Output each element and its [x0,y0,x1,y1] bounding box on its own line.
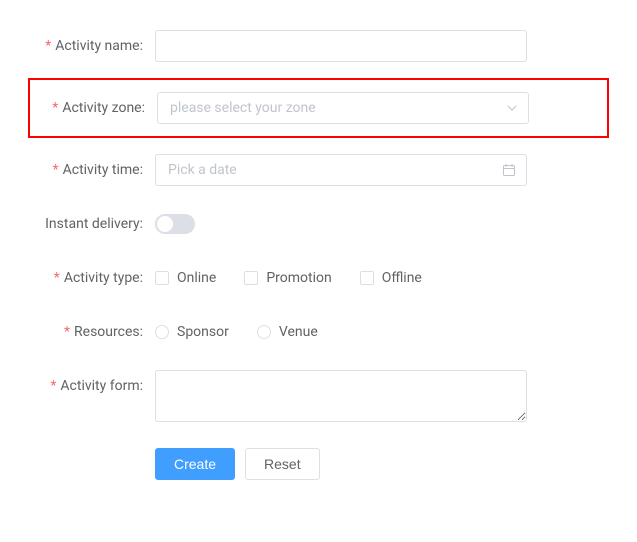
label-activity-type: Activity type: [40,262,155,294]
textarea-activity-form[interactable] [155,370,527,422]
checkbox-label: Online [177,270,216,286]
label-instant-delivery: Instant delivery: [40,208,155,240]
datepicker-activity-time[interactable]: Pick a date [155,154,527,186]
label-activity-name: Activity name: [40,30,155,62]
label-activity-time: Activity time: [40,154,155,186]
radio-group-resources: Sponsor Venue [155,316,318,348]
chevron-down-icon [506,102,518,114]
label-text: Activity name [55,38,139,54]
field-resources: Resources: Sponsor Venue [40,316,597,348]
field-activity-type: Activity type: Online Promotion Offline [40,262,597,294]
field-activity-form: Activity form: [40,370,597,426]
checkbox-box [155,271,169,285]
control-activity-zone: please select your zone [157,92,529,124]
field-activity-name: Activity name: [40,30,597,62]
radio-sponsor[interactable]: Sponsor [155,324,229,340]
activity-form: Activity name: Activity zone: please sel… [0,0,637,510]
checkbox-promotion[interactable]: Promotion [244,270,331,286]
checkbox-online[interactable]: Online [155,270,216,286]
radio-circle [155,325,169,339]
select-placeholder: please select your zone [170,100,316,116]
label-text: Activity zone [62,100,141,116]
field-activity-time: Activity time: Pick a date [40,154,597,186]
radio-label: Venue [279,324,318,340]
input-activity-name[interactable] [155,30,527,62]
label-text: Activity type [64,270,140,286]
select-activity-zone[interactable]: please select your zone [157,92,529,124]
highlight-activity-zone: Activity zone: please select your zone [28,78,609,138]
checkbox-label: Promotion [266,270,331,286]
date-placeholder: Pick a date [168,162,237,178]
radio-label: Sponsor [177,324,229,340]
checkbox-box [360,271,374,285]
checkbox-offline[interactable]: Offline [360,270,422,286]
reset-button[interactable]: Reset [245,448,320,480]
checkbox-box [244,271,258,285]
form-actions: Create Reset [155,448,597,480]
switch-knob [157,216,173,232]
radio-circle [257,325,271,339]
field-activity-zone: Activity zone: please select your zone [30,92,607,124]
label-activity-zone: Activity zone: [42,92,157,124]
checkbox-label: Offline [382,270,422,286]
control-activity-time: Pick a date [155,154,527,186]
field-instant-delivery: Instant delivery: [40,208,597,240]
calendar-icon [502,163,516,177]
control-activity-form [155,370,527,426]
label-text: Activity form [60,378,139,394]
checkbox-group-activity-type: Online Promotion Offline [155,262,422,294]
label-text: Activity time [63,162,140,178]
control-instant-delivery [155,208,195,234]
switch-instant-delivery[interactable] [155,214,195,234]
label-resources: Resources: [40,316,155,348]
label-text: Resources [74,324,140,340]
label-activity-form: Activity form: [40,370,155,402]
control-activity-name [155,30,527,62]
label-text: Instant delivery [45,216,139,232]
radio-venue[interactable]: Venue [257,324,318,340]
create-button[interactable]: Create [155,448,235,480]
